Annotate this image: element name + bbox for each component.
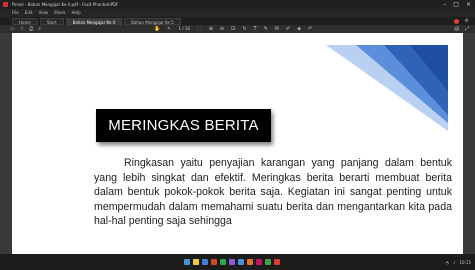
open-file-icon[interactable]: ▭ <box>10 25 15 33</box>
search-icon[interactable]: ⌕ <box>38 25 41 33</box>
document-title: MERINGKAS BERITA <box>108 117 259 134</box>
zoom-out-icon[interactable]: ⊖ <box>220 25 224 33</box>
highlight-icon[interactable]: ✎ <box>264 25 268 33</box>
notification-icon[interactable] <box>453 18 459 24</box>
title-bar: Pinsel - Bahan Mengajar Ke 4.pdf - Foxit… <box>0 0 475 9</box>
document-viewer[interactable]: MERINGKAS BERITA Ringkasan yaitu penyaji… <box>0 33 475 254</box>
tab-document-active[interactable]: Bahan Mengajar Ke 4 <box>65 17 123 25</box>
wifi-icon[interactable]: ◔ <box>445 260 449 265</box>
rotate-icon[interactable]: ↻ <box>242 25 246 33</box>
app-window: Pinsel - Bahan Mengajar Ke 4.pdf - Foxit… <box>0 0 475 270</box>
stamp-icon[interactable]: ◈ <box>297 25 301 33</box>
taskbar-app-icon[interactable] <box>274 259 280 265</box>
pdf-page: MERINGKAS BERITA Ringkasan yaitu penyaji… <box>12 33 463 254</box>
volume-icon[interactable]: ♪ <box>453 260 456 265</box>
tab-document-2[interactable]: Bahan Mengajar Ke 5 <box>124 17 181 25</box>
zoom-in-icon[interactable]: ⊕ <box>209 25 213 33</box>
expand-icon[interactable]: ⤢ <box>465 25 469 33</box>
body-paragraph: Ringkasan yaitu penyajian karangan yang … <box>94 157 452 227</box>
comment-icon[interactable]: ✉ <box>275 25 279 33</box>
close-button[interactable]: × <box>466 0 471 9</box>
taskbar-app-icon[interactable] <box>184 259 190 265</box>
taskbar-app-icon[interactable] <box>256 259 262 265</box>
undo-icon[interactable]: ↶ <box>308 25 312 33</box>
taskbar-app-icon[interactable] <box>229 259 235 265</box>
draw-icon[interactable]: ✐ <box>286 25 290 33</box>
taskbar: ◔ ♪ 10:15 <box>0 254 475 270</box>
menu-help[interactable]: Help <box>72 9 81 17</box>
window-title: Pinsel - Bahan Mengajar Ke 4.pdf - Foxit… <box>12 2 119 7</box>
taskbar-app-icon[interactable] <box>220 259 226 265</box>
tab-bar: Home Start Bahan Mengajar Ke 4 Bahan Men… <box>0 17 475 25</box>
page-indicator: 1 / 16 <box>178 26 190 31</box>
maximize-button[interactable]: □ <box>453 0 459 9</box>
bookmark-icon[interactable]: ☆ <box>20 25 24 33</box>
clock[interactable]: 10:15 <box>459 260 471 265</box>
fit-page-icon[interactable]: ⊡ <box>231 25 235 33</box>
text-icon[interactable]: T <box>254 25 257 33</box>
taskbar-app-icon[interactable] <box>193 259 199 265</box>
taskbar-app-icon[interactable] <box>211 259 217 265</box>
menu-edit[interactable]: Edit <box>25 9 33 17</box>
panel-icon[interactable]: ▤ <box>454 25 459 33</box>
taskbar-app-icon[interactable] <box>247 259 253 265</box>
taskbar-app-icon[interactable] <box>202 259 208 265</box>
menu-view[interactable]: View <box>38 9 48 17</box>
select-tool-icon[interactable]: ↖ <box>167 25 171 33</box>
taskbar-app-icon[interactable] <box>238 259 244 265</box>
toolbar: ▭ ☆ ⎙ ⌕ ✋ ↖ 1 / 16 ⬚ ⊕ ⊖ ⊡ ↻ T ✎ ✉ ✐ ◈ ↶… <box>0 25 475 33</box>
minimize-button[interactable]: – <box>443 0 446 9</box>
menu-bar: File Edit View Share Help <box>0 9 475 17</box>
menu-share[interactable]: Share <box>54 9 66 17</box>
title-banner: MERINGKAS BERITA <box>96 109 271 142</box>
menu-file[interactable]: File <box>12 9 19 17</box>
taskbar-app-icon[interactable] <box>265 259 271 265</box>
settings-icon[interactable]: ⚙ <box>465 18 469 24</box>
tab-start[interactable]: Start <box>39 17 64 25</box>
hand-tool-icon[interactable]: ✋ <box>154 25 160 33</box>
decorative-triangle-shapes <box>326 45 448 131</box>
tab-home[interactable]: Home <box>12 17 38 25</box>
snapshot-icon[interactable]: ⬚ <box>197 25 202 33</box>
app-logo-icon <box>3 2 8 7</box>
print-icon[interactable]: ⎙ <box>29 25 33 33</box>
